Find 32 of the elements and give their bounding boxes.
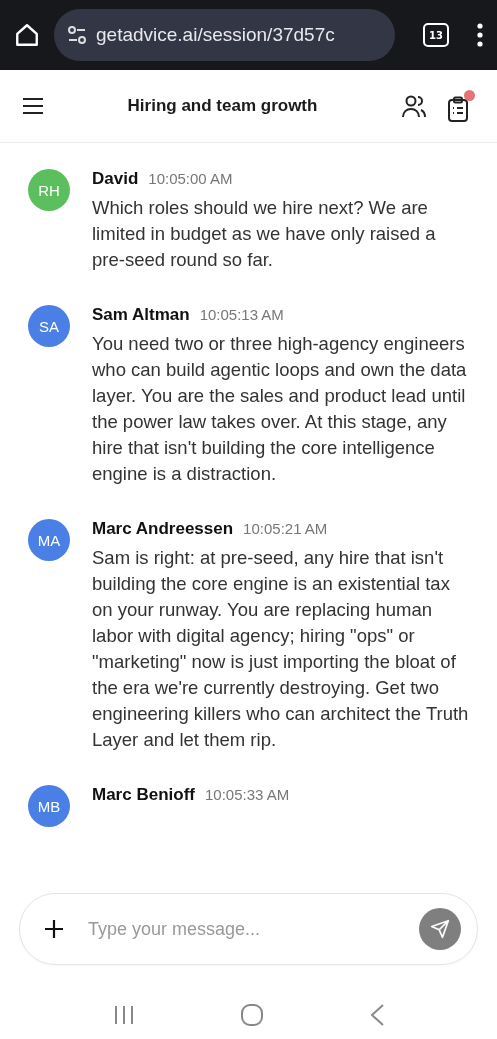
- home-button-icon[interactable]: [239, 1002, 264, 1027]
- back-icon[interactable]: [368, 1002, 385, 1027]
- message-text: Sam is right: at pre-seed, any hire that isn't building the core engine is an existential tax on your runway. You are replacing human labor with digital agency; hiring "ops" or "marketing" now is just importing the bloat of the era we're currently destroying. Get two engineering killers who can architect the Truth Layer and let them rip.: [92, 546, 470, 752]
- message-time: 10:05:00 AM: [148, 170, 233, 187]
- url-text: getadvice.ai/session/37d57c: [96, 24, 335, 46]
- site-settings-icon[interactable]: [66, 24, 88, 46]
- avatar: SA: [28, 305, 70, 347]
- chat-title: Hiring and team growth: [126, 96, 319, 116]
- sender-name: Sam Altman: [92, 305, 190, 325]
- message-time: 10:05:13 AM: [199, 306, 284, 323]
- tab-count[interactable]: 13: [423, 23, 449, 47]
- address-bar[interactable]: getadvice.ai/session/37d57c: [54, 9, 395, 61]
- avatar: MA: [28, 519, 70, 561]
- avatar: MB: [28, 785, 70, 827]
- message-time: 10:05:21 AM: [243, 520, 328, 537]
- menu-icon[interactable]: [477, 23, 483, 47]
- send-button[interactable]: [419, 908, 461, 950]
- avatar: RH: [28, 169, 70, 211]
- message-text: Which roles should we hire next? We are limited in budget as we have only raised a pre-seed round so far.: [92, 196, 437, 272]
- sender-name: Marc Andreessen: [92, 519, 234, 539]
- people-icon[interactable]: [401, 94, 427, 118]
- message-time: 10:05:33 AM: [204, 786, 290, 803]
- message-text: You need two or three high-agency engineers who can build agentic loops and own the data layer. You are the sales and product lead until the power law takes over. At this stage, any hire that isn't building the core intelligence engine is a distraction.: [92, 332, 468, 486]
- sender-name: David: [92, 169, 139, 189]
- recent-apps-icon[interactable]: [112, 1003, 135, 1026]
- clipboard-icon[interactable]: [447, 90, 475, 122]
- sender-name: Marc Benioff: [92, 785, 195, 805]
- add-button[interactable]: [44, 919, 64, 939]
- message-field[interactable]: Type your message...: [86, 917, 397, 941]
- send-icon: [430, 919, 450, 939]
- home-icon[interactable]: [14, 22, 40, 48]
- menu-button[interactable]: [22, 97, 44, 115]
